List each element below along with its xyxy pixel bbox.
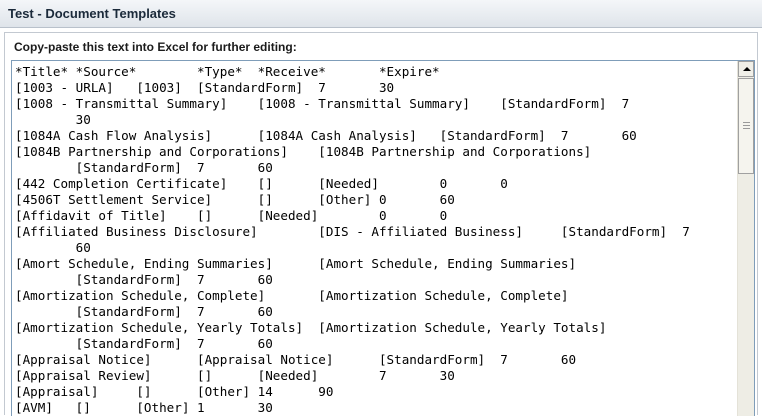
arrow-up-icon <box>743 67 751 71</box>
export-text-content[interactable]: *Title* *Source* *Type* *Receive* *Expir… <box>12 61 738 416</box>
panel-label: Copy-paste this text into Excel for furt… <box>14 40 297 54</box>
window-title: Test - Document Templates <box>0 0 762 28</box>
export-panel: Copy-paste this text into Excel for furt… <box>4 32 758 416</box>
scroll-thumb[interactable] <box>738 78 754 174</box>
thumb-grip-icon <box>743 125 750 126</box>
thumb-grip-icon <box>743 122 750 123</box>
export-text-area[interactable]: *Title* *Source* *Type* *Receive* *Expir… <box>11 60 755 416</box>
scroll-up-button[interactable] <box>738 61 754 77</box>
thumb-grip-icon <box>743 128 750 129</box>
vertical-scrollbar[interactable] <box>737 61 754 416</box>
